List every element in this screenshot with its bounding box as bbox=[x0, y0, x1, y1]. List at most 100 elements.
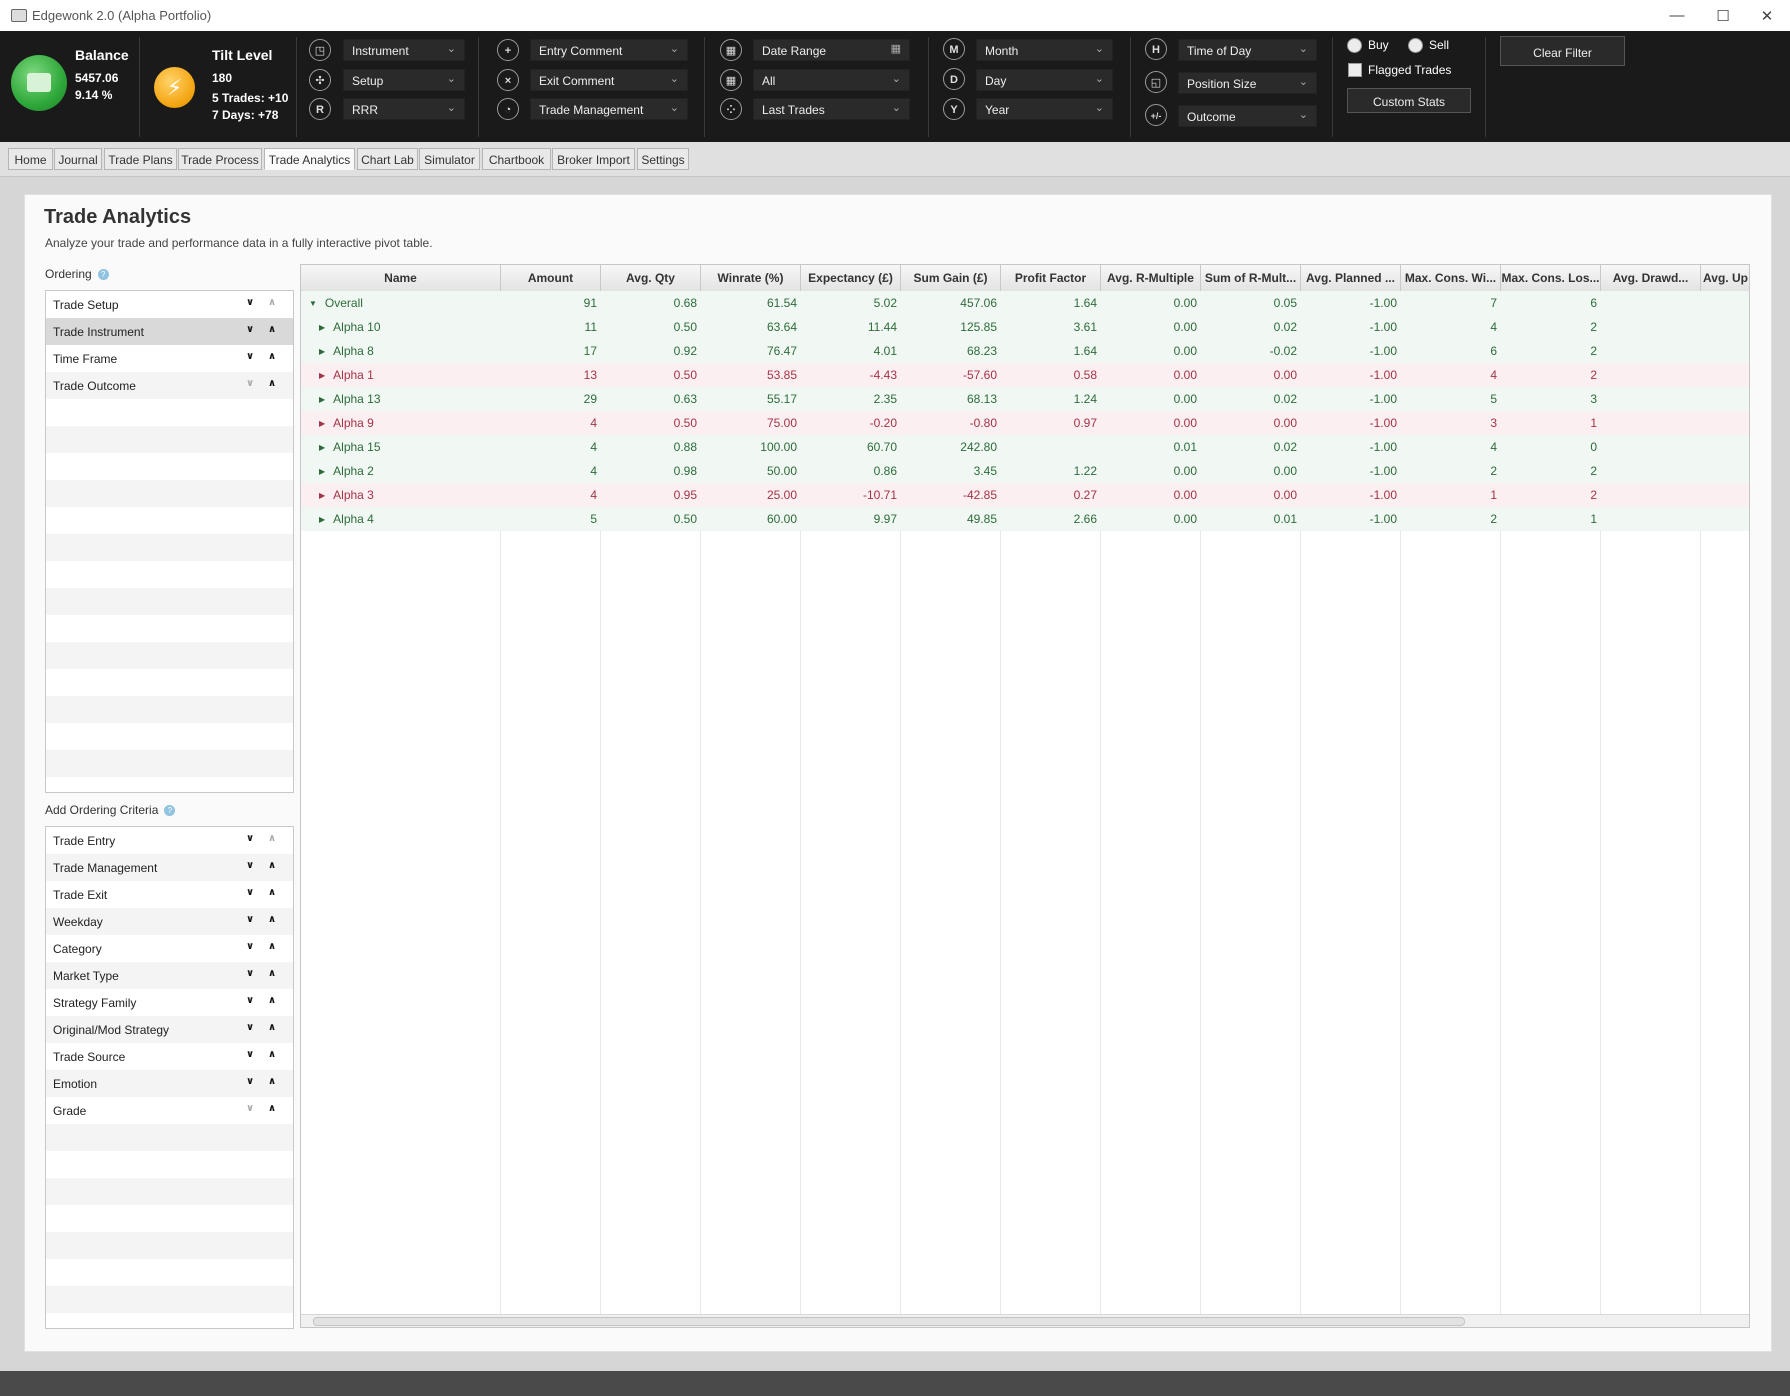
criteria-item[interactable]: Category ∨ ∧ bbox=[46, 935, 293, 962]
entry-comment-dropdown[interactable]: Entry Comment ⌄ bbox=[530, 39, 688, 61]
move-down-icon[interactable]: ∨ bbox=[246, 914, 254, 925]
trade-management-dropdown[interactable]: Trade Management ⌄ bbox=[530, 98, 688, 120]
move-up-icon[interactable]: ∧ bbox=[268, 887, 276, 898]
exit-comment-dropdown[interactable]: Exit Comment ⌄ bbox=[530, 69, 688, 91]
rrr-dropdown[interactable]: RRR ⌄ bbox=[343, 98, 465, 120]
ordering-item-trade-instrument[interactable]: Trade Instrument ∨ ∧ bbox=[46, 318, 293, 345]
move-up-icon[interactable]: ∧ bbox=[268, 833, 276, 844]
move-down-icon[interactable]: ∨ bbox=[246, 351, 254, 362]
criteria-item[interactable]: Grade ∨ ∧ bbox=[46, 1097, 293, 1124]
expand-triangle-icon[interactable]: ▶ bbox=[319, 491, 325, 500]
buy-radio[interactable] bbox=[1347, 38, 1362, 53]
expand-triangle-icon[interactable]: ▶ bbox=[319, 347, 325, 356]
date-range-picker[interactable]: Date Range ▦ bbox=[753, 39, 910, 61]
table-row[interactable]: ▶ Alpha 9 4 0.50 75.00 -0.20 -0.80 0.97 0.00 0.00… bbox=[301, 411, 1749, 435]
move-down-icon[interactable]: ∨ bbox=[246, 1049, 254, 1060]
move-down-icon[interactable]: ∨ bbox=[246, 968, 254, 979]
move-down-icon[interactable]: ∨ bbox=[246, 1022, 254, 1033]
column-header[interactable]: Profit Factor bbox=[1001, 265, 1101, 291]
table-row[interactable]: ▶ Alpha 10 11 0.50 63.64 11.44 125.85 3.61 0.00 0… bbox=[301, 315, 1749, 339]
column-header[interactable]: Amount bbox=[501, 265, 601, 291]
position-size-dropdown[interactable]: Position Size ⌄ bbox=[1178, 72, 1317, 94]
expand-triangle-icon[interactable]: ▶ bbox=[319, 515, 325, 524]
criteria-item[interactable]: Trade Entry ∨ ∧ bbox=[46, 827, 293, 854]
column-header[interactable]: Avg. Qty bbox=[601, 265, 701, 291]
move-up-icon[interactable]: ∧ bbox=[268, 297, 276, 308]
table-row[interactable]: ▶ Alpha 4 5 0.50 60.00 9.97 49.85 2.66 0.00 0.01 -… bbox=[301, 507, 1749, 531]
horizontal-scrollbar[interactable] bbox=[301, 1314, 1749, 1327]
move-down-icon[interactable]: ∨ bbox=[246, 378, 254, 389]
move-down-icon[interactable]: ∨ bbox=[246, 860, 254, 871]
move-up-icon[interactable]: ∧ bbox=[268, 1049, 276, 1060]
time-of-day-dropdown[interactable]: Time of Day ⌄ bbox=[1178, 39, 1317, 61]
column-header[interactable]: Avg. R-Multiple bbox=[1101, 265, 1201, 291]
move-down-icon[interactable]: ∨ bbox=[246, 297, 254, 308]
table-row[interactable]: ▶ Alpha 15 4 0.88 100.00 60.70 242.80 0.01 0.02 -… bbox=[301, 435, 1749, 459]
expand-triangle-icon[interactable]: ▶ bbox=[319, 419, 325, 428]
setup-dropdown[interactable]: Setup ⌄ bbox=[343, 69, 465, 91]
help-icon[interactable]: ? bbox=[97, 269, 109, 280]
move-down-icon[interactable]: ∨ bbox=[246, 1103, 254, 1114]
move-down-icon[interactable]: ∨ bbox=[246, 833, 254, 844]
move-up-icon[interactable]: ∧ bbox=[268, 1076, 276, 1087]
instrument-dropdown[interactable]: Instrument ⌄ bbox=[343, 39, 465, 61]
clear-filter-button[interactable]: Clear Filter bbox=[1500, 36, 1625, 66]
move-up-icon[interactable]: ∧ bbox=[268, 968, 276, 979]
move-up-icon[interactable]: ∧ bbox=[268, 1103, 276, 1114]
move-down-icon[interactable]: ∨ bbox=[246, 995, 254, 1006]
expand-triangle-icon[interactable]: ▶ bbox=[319, 371, 325, 380]
tab-home[interactable]: Home bbox=[8, 148, 53, 170]
column-header[interactable]: Max. Cons. Los... bbox=[1501, 265, 1601, 291]
tab-broker-import[interactable]: Broker Import bbox=[552, 148, 635, 170]
table-row[interactable]: ▶ Alpha 3 4 0.95 25.00 -10.71 -42.85 0.27 0.00 0.… bbox=[301, 483, 1749, 507]
tab-simulator[interactable]: Simulator bbox=[419, 148, 480, 170]
flagged-trades-checkbox[interactable] bbox=[1348, 63, 1362, 77]
expand-triangle-icon[interactable]: ▶ bbox=[319, 443, 325, 452]
column-header[interactable]: Max. Cons. Wi... bbox=[1401, 265, 1501, 291]
maximize-button[interactable]: ☐ bbox=[1700, 0, 1746, 31]
column-header[interactable]: Expectancy (£) bbox=[801, 265, 901, 291]
collapse-triangle-icon[interactable]: ▼ bbox=[309, 299, 317, 308]
move-up-icon[interactable]: ∧ bbox=[268, 914, 276, 925]
move-down-icon[interactable]: ∨ bbox=[246, 941, 254, 952]
criteria-item[interactable]: Weekday ∨ ∧ bbox=[46, 908, 293, 935]
column-header[interactable]: Avg. Planned ... bbox=[1301, 265, 1401, 291]
tab-chartbook[interactable]: Chartbook bbox=[482, 148, 551, 170]
tab-chart-lab[interactable]: Chart Lab bbox=[357, 148, 418, 170]
day-dropdown[interactable]: Day ⌄ bbox=[976, 69, 1113, 91]
tab-trade-plans[interactable]: Trade Plans bbox=[104, 148, 177, 170]
move-down-icon[interactable]: ∨ bbox=[246, 324, 254, 335]
sell-radio[interactable] bbox=[1408, 38, 1423, 53]
minimize-button[interactable]: — bbox=[1654, 0, 1700, 31]
ordering-item-trade-outcome[interactable]: Trade Outcome ∨ ∧ bbox=[46, 372, 293, 399]
table-row[interactable]: ▶ Alpha 1 13 0.50 53.85 -4.43 -57.60 0.58 0.00 0.… bbox=[301, 363, 1749, 387]
move-up-icon[interactable]: ∧ bbox=[268, 324, 276, 335]
outcome-dropdown[interactable]: Outcome ⌄ bbox=[1178, 105, 1317, 127]
column-header[interactable]: Avg. Drawd... bbox=[1601, 265, 1701, 291]
month-dropdown[interactable]: Month ⌄ bbox=[976, 39, 1113, 61]
table-row[interactable]: ▶ Alpha 2 4 0.98 50.00 0.86 3.45 1.22 0.00 0.00 -1… bbox=[301, 459, 1749, 483]
help-icon[interactable]: ? bbox=[164, 805, 176, 816]
period-dropdown[interactable]: All ⌄ bbox=[753, 69, 910, 91]
move-down-icon[interactable]: ∨ bbox=[246, 887, 254, 898]
move-up-icon[interactable]: ∧ bbox=[268, 860, 276, 871]
tab-settings[interactable]: Settings bbox=[637, 148, 689, 170]
criteria-item[interactable]: Trade Source ∨ ∧ bbox=[46, 1043, 293, 1070]
scrollbar-thumb[interactable] bbox=[313, 1317, 1465, 1326]
move-up-icon[interactable]: ∧ bbox=[268, 378, 276, 389]
expand-triangle-icon[interactable]: ▶ bbox=[319, 323, 325, 332]
column-header[interactable]: Winrate (%) bbox=[701, 265, 801, 291]
move-up-icon[interactable]: ∧ bbox=[268, 941, 276, 952]
ordering-item-time-frame[interactable]: Time Frame ∨ ∧ bbox=[46, 345, 293, 372]
move-up-icon[interactable]: ∧ bbox=[268, 995, 276, 1006]
ordering-item-trade-setup[interactable]: Trade Setup ∨ ∧ bbox=[46, 291, 293, 318]
table-row[interactable]: ▶ Alpha 8 17 0.92 76.47 4.01 68.23 1.64 0.00 -0.0… bbox=[301, 339, 1749, 363]
tab-trade-analytics[interactable]: Trade Analytics bbox=[264, 148, 355, 170]
tab-journal[interactable]: Journal bbox=[54, 148, 102, 170]
move-up-icon[interactable]: ∧ bbox=[268, 1022, 276, 1033]
table-row[interactable]: ▶ Alpha 13 29 0.63 55.17 2.35 68.13 1.24 0.00 0.0… bbox=[301, 387, 1749, 411]
last-trades-dropdown[interactable]: Last Trades ⌄ bbox=[753, 98, 910, 120]
move-down-icon[interactable]: ∨ bbox=[246, 1076, 254, 1087]
criteria-item[interactable]: Market Type ∨ ∧ bbox=[46, 962, 293, 989]
move-up-icon[interactable]: ∧ bbox=[268, 351, 276, 362]
